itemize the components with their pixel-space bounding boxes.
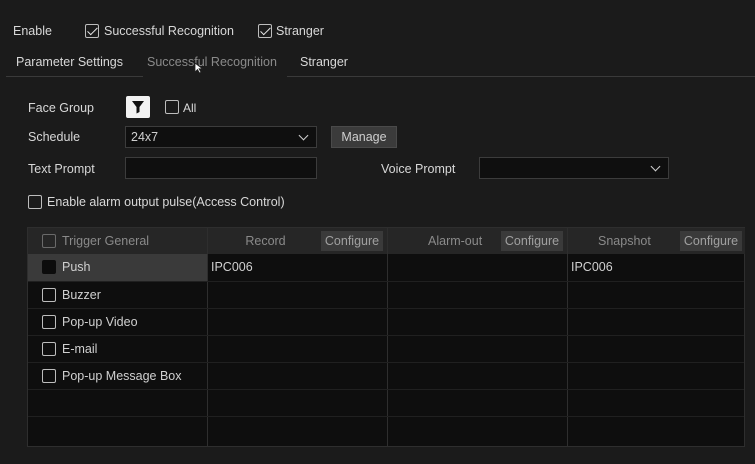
popup-message-box-checkbox[interactable]: [42, 369, 56, 383]
stranger-label: Stranger: [276, 24, 324, 38]
trigger-general-label: Trigger General: [62, 234, 150, 248]
tab-divider: [6, 76, 755, 77]
record-header-label: Record: [245, 234, 286, 248]
snapshot-header: Snapshot Configure: [568, 228, 745, 254]
active-tab-indicator: [143, 75, 287, 77]
table-row[interactable]: Buzzer: [28, 282, 207, 308]
alarm-pulse-checkbox[interactable]: [28, 195, 42, 209]
alarm-out-header: Alarm-out Configure: [388, 228, 567, 254]
schedule-select[interactable]: 24x7: [125, 126, 317, 148]
table-row[interactable]: E-mail: [28, 336, 207, 362]
row-divider: [28, 389, 744, 390]
manage-button[interactable]: Manage: [331, 126, 397, 148]
mouse-cursor-icon: [194, 62, 204, 74]
trigger-table: Trigger General Record Configure Alarm-o…: [27, 227, 745, 447]
column-separator: [567, 228, 568, 446]
trigger-general-checkbox[interactable]: [42, 234, 56, 248]
snapshot-configure-button[interactable]: Configure: [680, 231, 742, 251]
trigger-header: Trigger General: [28, 228, 207, 254]
filter-icon: [132, 101, 144, 114]
tab-stranger[interactable]: Stranger: [300, 55, 348, 69]
record-configure-button[interactable]: Configure: [321, 231, 383, 251]
row-divider: [28, 416, 744, 417]
record-header: Record Configure: [208, 228, 387, 254]
voice-prompt-label: Voice Prompt: [381, 162, 456, 176]
all-label: All: [183, 101, 197, 115]
column-separator: [387, 228, 388, 446]
successful-recognition-label: Successful Recognition: [104, 24, 234, 38]
buzzer-checkbox[interactable]: [42, 288, 56, 302]
column-separator: [207, 228, 208, 446]
enable-label: Enable: [13, 24, 52, 38]
successful-recognition-checkbox[interactable]: [85, 24, 99, 38]
push-snapshot-value: IPC006: [571, 260, 613, 274]
popup-video-label: Pop-up Video: [62, 315, 138, 329]
tab-successful-recognition[interactable]: Successful Recognition: [147, 55, 277, 69]
stranger-checkbox[interactable]: [258, 24, 272, 38]
all-checkbox[interactable]: [165, 100, 179, 114]
schedule-value: 24x7: [131, 130, 159, 144]
voice-prompt-select[interactable]: [479, 157, 669, 179]
push-checkbox[interactable]: [42, 260, 56, 274]
schedule-label: Schedule: [28, 130, 81, 144]
snapshot-header-label: Snapshot: [598, 234, 651, 248]
table-row[interactable]: Pop-up Message Box: [28, 363, 207, 389]
email-checkbox[interactable]: [42, 342, 56, 356]
face-group-label: Face Group: [28, 101, 95, 115]
text-prompt-label: Text Prompt: [28, 162, 95, 176]
tab-parameter-settings[interactable]: Parameter Settings: [16, 55, 123, 69]
chevron-down-icon: [298, 130, 309, 141]
email-label: E-mail: [62, 342, 98, 356]
text-prompt-input[interactable]: [125, 157, 317, 179]
alarm-out-header-label: Alarm-out: [428, 234, 483, 248]
alarm-pulse-label: Enable alarm output pulse(Access Control…: [47, 195, 285, 209]
popup-message-box-label: Pop-up Message Box: [62, 369, 182, 383]
buzzer-label: Buzzer: [62, 288, 101, 302]
alarm-out-configure-button[interactable]: Configure: [501, 231, 563, 251]
push-label: Push: [62, 260, 91, 274]
popup-video-checkbox[interactable]: [42, 315, 56, 329]
filter-button[interactable]: [126, 96, 150, 118]
chevron-down-icon: [650, 161, 661, 172]
table-row[interactable]: Pop-up Video: [28, 309, 207, 335]
table-row[interactable]: Push: [28, 254, 207, 281]
push-record-value: IPC006: [211, 260, 253, 274]
